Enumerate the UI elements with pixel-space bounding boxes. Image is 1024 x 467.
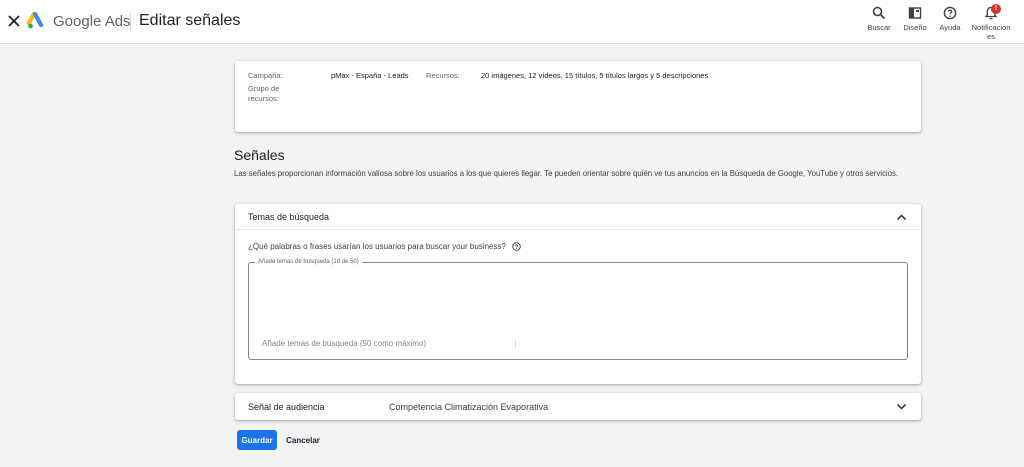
notifications-label-line-2: es [987,32,995,41]
campaign-value: pMax - España - Leads [331,71,409,80]
page-title: Editar señales [139,12,241,29]
notifications-button[interactable]: ! Notificacion es [969,4,1013,41]
chevron-up-icon[interactable] [896,212,907,223]
text-caret [515,340,516,348]
help-button-label: Ayuda [939,23,961,32]
asset-group-label: Grupo de recursos: [248,84,279,104]
help-icon [943,6,957,20]
resources-label: Recursos: [426,71,460,80]
signals-title: Señales [234,147,285,163]
search-topics-card: Temas de búsqueda ¿Qué palabras o frases… [235,204,921,384]
notifications-button-label: Notificacion es [969,23,1013,41]
layout-button[interactable]: Diseño [895,6,935,32]
save-button[interactable]: Guardar [237,430,277,450]
chevron-down-icon[interactable] [896,401,907,412]
search-topics-question-text: ¿Qué palabras o frases usarían los usuar… [248,242,506,251]
search-topics-placeholder: Añade temas de búsqueda (50 como máximo) [262,339,427,348]
brand-name: Google Ads [53,13,131,30]
cancel-button[interactable]: Cancelar [281,430,325,450]
search-icon [872,6,886,20]
google-ads-logo-icon [27,12,44,29]
help-button[interactable]: Ayuda [930,6,970,32]
campaign-label: Campaña: [248,71,283,80]
search-topics-title: Temas de búsqueda [248,212,330,222]
layout-icon [908,7,922,19]
campaign-summary-card: Campaña: pMax - España - Leads Grupo de … [235,61,921,132]
notification-badge: ! [991,4,1001,14]
help-icon[interactable] [512,242,521,252]
resources-value: 20 imágenes, 12 vídeos, 15 títulos, 5 tí… [481,71,709,80]
top-bar: Google Ads Editar señales Buscar Diseño … [0,0,1024,44]
header-divider [130,12,131,32]
audience-signal-title: Señal de audiencia [248,402,325,412]
search-topics-field-label: Añade temas de búsqueda (10 de 50) [255,258,362,266]
search-button[interactable]: Buscar [859,6,899,32]
search-button-label: Buscar [867,23,891,32]
layout-button-label: Diseño [903,23,927,32]
asset-group-label-line-1: Grupo de [248,84,280,93]
asset-group-label-line-2: recursos: [248,94,279,103]
search-topics-input[interactable]: Añade temas de búsqueda (10 de 50) Añade… [248,258,908,360]
audience-signal-card[interactable]: Señal de audiencia Competencia Climatiza… [235,393,921,420]
close-icon[interactable] [6,13,22,29]
search-topics-header[interactable]: Temas de búsqueda [235,204,921,230]
notifications-label-line-1: Notificacion [971,23,1011,32]
audience-signal-value: Competencia Climatización Evaporativa [389,402,549,412]
search-topics-question: ¿Qué palabras o frases usarían los usuar… [248,242,521,252]
signals-description: Las señales proporcionan información val… [234,169,899,178]
